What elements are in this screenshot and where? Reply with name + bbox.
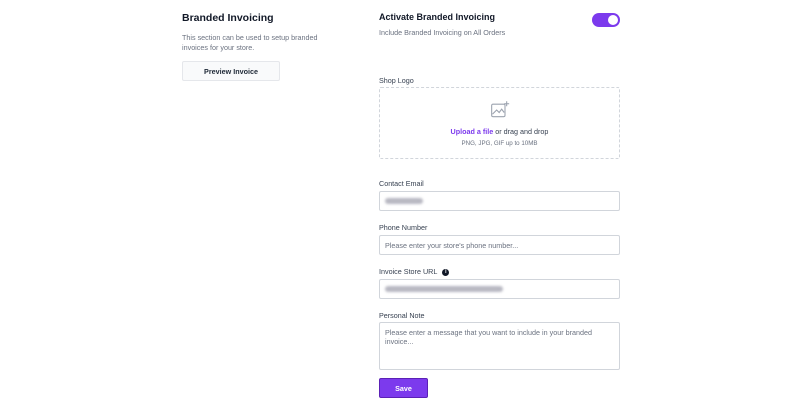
save-button[interactable]: Save — [379, 378, 428, 398]
upload-file-link[interactable]: Upload a file — [451, 127, 494, 136]
upload-drag-text: or drag and drop — [493, 127, 549, 136]
upload-hint: PNG, JPG, GIF up to 10MB — [461, 140, 538, 147]
invoice-store-url-field[interactable] — [379, 279, 620, 299]
activate-branded-invoicing: Activate Branded Invoicing Include Brand… — [379, 12, 620, 37]
contact-email-label: Contact Email — [379, 179, 424, 188]
logo-upload-dropzone[interactable]: Upload a file or drag and drop PNG, JPG,… — [379, 87, 620, 159]
activate-title: Activate Branded Invoicing — [379, 12, 496, 22]
phone-number-field[interactable]: Please enter your store's phone number..… — [379, 235, 620, 255]
redacted-email-value — [385, 198, 423, 204]
activate-toggle[interactable] — [592, 13, 620, 27]
info-icon[interactable]: i — [442, 268, 450, 276]
toggle-knob — [608, 15, 618, 25]
shop-logo-label: Shop Logo — [379, 76, 414, 85]
upload-instructions: Upload a file or drag and drop — [380, 127, 619, 136]
image-add-icon — [491, 101, 510, 118]
phone-number-label: Phone Number — [379, 223, 428, 232]
section-description: This section can be used to setup brande… — [182, 33, 318, 52]
personal-note-textarea[interactable]: Please enter a message that you want to … — [379, 322, 620, 370]
contact-email-field[interactable] — [379, 191, 620, 211]
personal-note-placeholder: Please enter a message that you want to … — [385, 328, 592, 346]
preview-invoice-button[interactable]: Preview Invoice — [182, 61, 280, 81]
section-title: Branded Invoicing — [182, 12, 274, 24]
phone-number-placeholder: Please enter your store's phone number..… — [385, 240, 519, 250]
invoice-store-url-label-text: Invoice Store URL — [379, 267, 438, 276]
personal-note-label: Personal Note — [379, 311, 425, 320]
invoice-store-url-label: Invoice Store URL i — [379, 267, 450, 276]
activate-subtitle: Include Branded Invoicing on All Orders — [379, 28, 506, 37]
branded-invoicing-section: Branded Invoicing This section can be us… — [182, 12, 382, 81]
redacted-url-value — [385, 286, 503, 292]
